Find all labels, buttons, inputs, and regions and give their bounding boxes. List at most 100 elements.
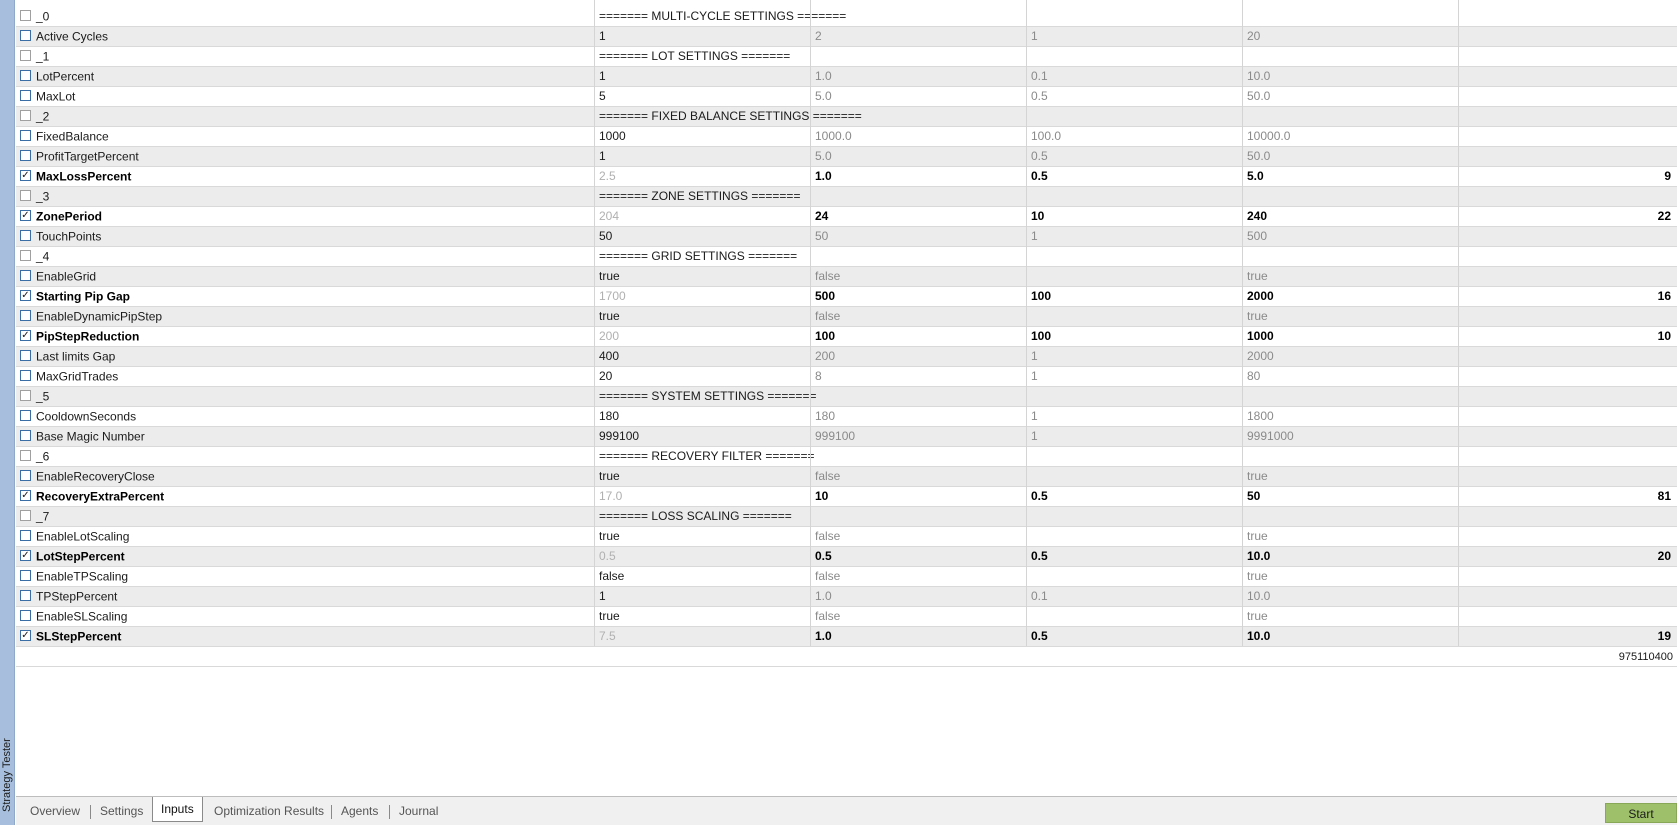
- checkbox-icon[interactable]: [20, 410, 31, 422]
- param-row[interactable]: ✓ RecoveryExtraPercent 17.0 10 0.5 50 81: [16, 487, 1677, 507]
- param-row[interactable]: EnableGrid true false true: [16, 267, 1677, 287]
- param-row[interactable]: ✓ SLStepPercent 7.5 1.0 0.5 10.0 19: [16, 627, 1677, 647]
- checkbox-icon[interactable]: [20, 430, 31, 442]
- param-value[interactable]: true: [595, 307, 810, 326]
- section-row[interactable]: _6 ======= RECOVERY FILTER =======: [16, 447, 1677, 467]
- param-row[interactable]: ✓ PipStepReduction 200 100 100 1000 10: [16, 327, 1677, 347]
- checkbox-icon[interactable]: [20, 450, 31, 462]
- param-value[interactable]: 1: [595, 67, 810, 86]
- checkbox-icon[interactable]: [20, 250, 31, 262]
- param-value[interactable]: 999100: [595, 427, 810, 446]
- tab-inputs[interactable]: Inputs: [152, 797, 203, 822]
- param-value[interactable]: false: [595, 567, 810, 586]
- checkbox-icon[interactable]: [20, 130, 31, 142]
- param-row[interactable]: ✓ Starting Pip Gap 1700 500 100 2000 16: [16, 287, 1677, 307]
- param-row[interactable]: ProfitTargetPercent 1 5.0 0.5 50.0: [16, 147, 1677, 167]
- param-value[interactable]: 1: [595, 587, 810, 606]
- param-value[interactable]: 1: [595, 27, 810, 46]
- checkbox-icon[interactable]: [20, 510, 31, 522]
- param-value[interactable]: 1700: [595, 287, 810, 306]
- checkbox-icon[interactable]: [20, 10, 31, 22]
- section-row[interactable]: _4 ======= GRID SETTINGS =======: [16, 247, 1677, 267]
- param-value[interactable]: 20: [595, 367, 810, 386]
- checkbox-checked-icon[interactable]: ✓: [20, 490, 31, 502]
- checkbox-icon[interactable]: [20, 610, 31, 622]
- section-title: ======= RECOVERY FILTER =======: [599, 449, 815, 463]
- strategy-tester-side-strip[interactable]: Strategy Tester: [0, 0, 15, 825]
- param-value[interactable]: 17.0: [595, 487, 810, 506]
- param-row[interactable]: EnableRecoveryClose true false true: [16, 467, 1677, 487]
- param-row[interactable]: Last limits Gap 400 200 1 2000: [16, 347, 1677, 367]
- start-button[interactable]: Start: [1605, 803, 1677, 823]
- param-value[interactable]: 7.5: [595, 627, 810, 646]
- param-row[interactable]: Active Cycles 1 2 1 20: [16, 27, 1677, 47]
- section-row[interactable]: _1 ======= LOT SETTINGS =======: [16, 47, 1677, 67]
- param-row[interactable]: EnableTPScaling false false true: [16, 567, 1677, 587]
- param-name-cell: _1: [16, 47, 594, 66]
- section-row[interactable]: _2 ======= FIXED BALANCE SETTINGS =======: [16, 107, 1677, 127]
- param-value[interactable]: 2.5: [595, 167, 810, 186]
- param-row[interactable]: ✓ MaxLossPercent 2.5 1.0 0.5 5.0 9: [16, 167, 1677, 187]
- checkbox-checked-icon[interactable]: ✓: [20, 330, 31, 342]
- param-row[interactable]: EnableDynamicPipStep true false true: [16, 307, 1677, 327]
- section-row[interactable]: _0 ======= MULTI-CYCLE SETTINGS =======: [16, 7, 1677, 27]
- tab-optimization-results[interactable]: Optimization Results: [206, 801, 332, 821]
- param-steps: 9: [1664, 169, 1671, 183]
- checkbox-icon[interactable]: [20, 530, 31, 542]
- param-row[interactable]: EnableSLScaling true false true: [16, 607, 1677, 627]
- section-row[interactable]: _7 ======= LOSS SCALING =======: [16, 507, 1677, 527]
- param-value[interactable]: 50: [595, 227, 810, 246]
- checkbox-icon[interactable]: [20, 90, 31, 102]
- param-value[interactable]: true: [595, 267, 810, 286]
- checkbox-icon[interactable]: [20, 390, 31, 402]
- checkbox-checked-icon[interactable]: ✓: [20, 550, 31, 562]
- checkbox-checked-icon[interactable]: ✓: [20, 290, 31, 302]
- param-row[interactable]: EnableLotScaling true false true: [16, 527, 1677, 547]
- checkbox-icon[interactable]: [20, 350, 31, 362]
- param-value[interactable]: 5: [595, 87, 810, 106]
- param-value[interactable]: 1: [595, 147, 810, 166]
- param-row[interactable]: MaxGridTrades 20 8 1 80: [16, 367, 1677, 387]
- param-row[interactable]: MaxLot 5 5.0 0.5 50.0: [16, 87, 1677, 107]
- checkbox-icon[interactable]: [20, 270, 31, 282]
- checkbox-checked-icon[interactable]: ✓: [20, 170, 31, 182]
- checkbox-icon[interactable]: [20, 110, 31, 122]
- param-row[interactable]: ✓ LotStepPercent 0.5 0.5 0.5 10.0 20: [16, 547, 1677, 567]
- checkbox-icon[interactable]: [20, 50, 31, 62]
- checkbox-icon[interactable]: [20, 310, 31, 322]
- checkbox-icon[interactable]: [20, 590, 31, 602]
- checkbox-checked-icon[interactable]: ✓: [20, 630, 31, 642]
- checkbox-checked-icon[interactable]: ✓: [20, 210, 31, 222]
- param-value[interactable]: 180: [595, 407, 810, 426]
- tab-overview[interactable]: Overview: [22, 801, 88, 821]
- checkbox-icon[interactable]: [20, 470, 31, 482]
- param-value[interactable]: 1000: [595, 127, 810, 146]
- checkbox-icon[interactable]: [20, 30, 31, 42]
- checkbox-icon[interactable]: [20, 570, 31, 582]
- param-row[interactable]: TPStepPercent 1 1.0 0.1 10.0: [16, 587, 1677, 607]
- checkbox-icon[interactable]: [20, 70, 31, 82]
- tab-journal[interactable]: Journal: [391, 801, 446, 821]
- param-value[interactable]: true: [595, 467, 810, 486]
- param-value[interactable]: 204: [595, 207, 810, 226]
- checkbox-icon[interactable]: [20, 190, 31, 202]
- param-value[interactable]: true: [595, 527, 810, 546]
- section-row[interactable]: _5 ======= SYSTEM SETTINGS =======: [16, 387, 1677, 407]
- section-title: ======= MULTI-CYCLE SETTINGS =======: [599, 9, 847, 23]
- param-row[interactable]: Base Magic Number 999100 999100 1 9991000: [16, 427, 1677, 447]
- param-value[interactable]: 0.5: [595, 547, 810, 566]
- param-value[interactable]: 200: [595, 327, 810, 346]
- checkbox-icon[interactable]: [20, 370, 31, 382]
- param-row[interactable]: LotPercent 1 1.0 0.1 10.0: [16, 67, 1677, 87]
- param-row[interactable]: TouchPoints 50 50 1 500: [16, 227, 1677, 247]
- param-value[interactable]: true: [595, 607, 810, 626]
- tab-settings[interactable]: Settings: [92, 801, 151, 821]
- param-row[interactable]: ✓ ZonePeriod 204 24 10 240 22: [16, 207, 1677, 227]
- tab-agents[interactable]: Agents: [333, 801, 386, 821]
- checkbox-icon[interactable]: [20, 230, 31, 242]
- param-row[interactable]: CooldownSeconds 180 180 1 1800: [16, 407, 1677, 427]
- param-value[interactable]: 400: [595, 347, 810, 366]
- section-row[interactable]: _3 ======= ZONE SETTINGS =======: [16, 187, 1677, 207]
- checkbox-icon[interactable]: [20, 150, 31, 162]
- param-row[interactable]: FixedBalance 1000 1000.0 100.0 10000.0: [16, 127, 1677, 147]
